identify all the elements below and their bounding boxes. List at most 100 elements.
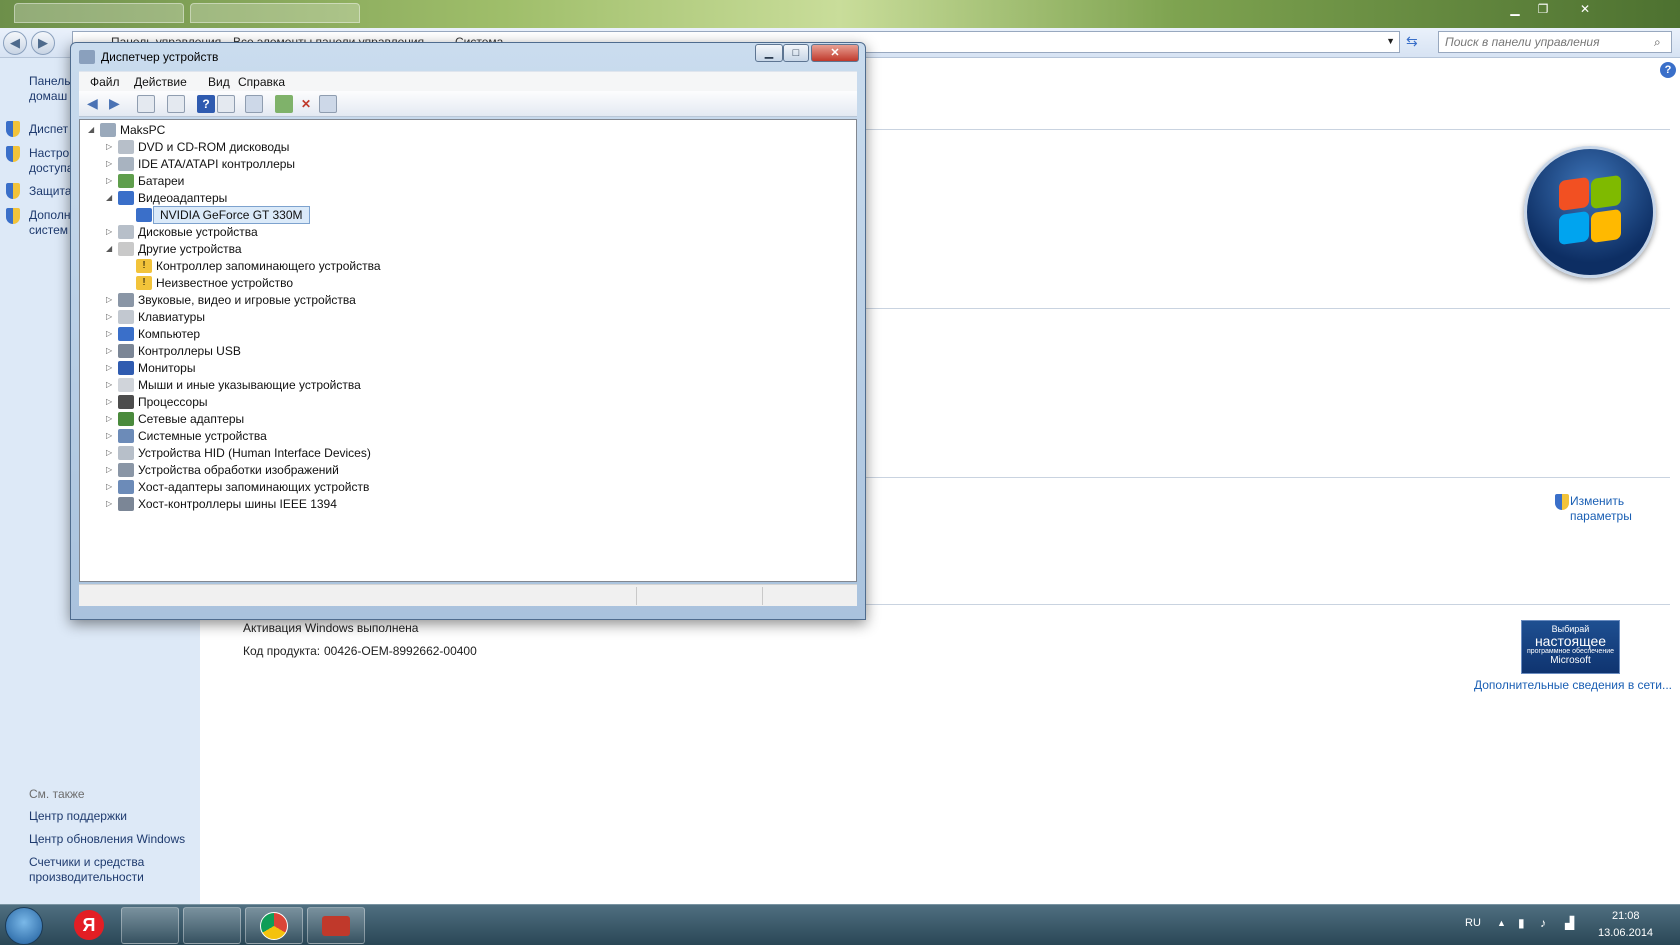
tree-label: Системные устройства [138, 429, 267, 443]
change-settings-link[interactable]: Изменить параметры [1570, 494, 1632, 524]
properties-icon[interactable] [167, 95, 185, 113]
windows-logo [1524, 146, 1656, 278]
help-icon[interactable]: ? [197, 95, 215, 113]
sidebar-item-home[interactable]: Панель домаш [29, 74, 70, 104]
console-tree-icon[interactable] [137, 95, 155, 113]
sidebar-link-performance[interactable]: Счетчики и средства производительности [29, 855, 144, 885]
view-icon[interactable] [217, 95, 235, 113]
tree-label: Мыши и иные указывающие устройства [138, 378, 361, 392]
control-panel-icon[interactable] [183, 907, 241, 944]
warning-icon: ! [136, 259, 152, 273]
audio-app-icon[interactable] [121, 907, 179, 944]
warning-icon: ! [136, 276, 152, 290]
sidebar-item-remote[interactable]: Настро доступа [29, 146, 73, 176]
dropdown-icon[interactable]: ▼ [1386, 36, 1395, 46]
product-key-value: 00426-OEM-8992662-00400 [324, 644, 477, 658]
network-adapter-icon [118, 412, 134, 426]
keyboard-icon [118, 310, 134, 324]
toolbox-icon[interactable] [307, 907, 365, 944]
uninstall-icon[interactable]: ✕ [297, 95, 315, 113]
close-icon[interactable]: ✕ [1565, 0, 1605, 18]
back-arrow-icon[interactable]: ◀ [87, 95, 105, 113]
menu-file[interactable]: Файл [90, 75, 120, 89]
minimize-button[interactable]: ▁ [755, 44, 783, 62]
restore-icon[interactable]: ❐ [1530, 0, 1556, 18]
yandex-icon[interactable]: Я [60, 907, 118, 944]
genuine-line: настоящее [1534, 633, 1607, 649]
chrome-icon[interactable] [245, 907, 303, 944]
menu-view[interactable]: Вид [208, 75, 230, 89]
taskbar: Я RU ▲ ▮ ♪ ▟ 21:08 13.06.2014 [0, 904, 1680, 945]
device-manager-icon [79, 50, 95, 64]
maximize-button[interactable]: □ [783, 44, 809, 62]
back-button[interactable]: ◀ [3, 31, 27, 55]
tree-label: Другие устройства [138, 242, 242, 256]
tree-label: DVD и CD-ROM дисководы [138, 140, 290, 154]
clock-date[interactable]: 13.06.2014 [1598, 927, 1653, 939]
monitor-icon [118, 361, 134, 375]
genuine-line: Microsoft [1550, 655, 1591, 666]
background-tab [190, 3, 360, 23]
tray-expand-icon[interactable]: ▲ [1497, 918, 1506, 928]
sidebar-link-windows-update[interactable]: Центр обновления Windows [29, 832, 185, 847]
scan-hardware-icon[interactable] [245, 95, 263, 113]
tree-label: Компьютер [138, 327, 201, 341]
forward-arrow-icon[interactable]: ▶ [109, 95, 127, 113]
disable-icon[interactable] [319, 95, 337, 113]
start-button[interactable] [5, 907, 43, 945]
sidebar-item-protection[interactable]: Защита [29, 184, 72, 199]
logo-flag-blue [1559, 210, 1589, 246]
sidebar-item-advanced[interactable]: Дополн систем [29, 208, 70, 238]
search-input[interactable]: Поиск в панели управления [1438, 31, 1672, 53]
tree-label: Сетевые адаптеры [138, 412, 245, 426]
storage-adapter-icon [118, 480, 134, 494]
refresh-icon[interactable]: ⇆ [1406, 33, 1418, 50]
tree-label: MaksPC [120, 123, 166, 137]
status-separator [762, 587, 763, 605]
genuine-microsoft-badge[interactable]: Выбирай настоящее программное обеспечени… [1521, 620, 1620, 674]
logo-flag-green [1591, 174, 1621, 210]
menu-help[interactable]: Справка [238, 75, 285, 89]
close-button[interactable]: ✕ [811, 44, 859, 62]
battery-icon[interactable]: ▮ [1518, 916, 1525, 930]
collapse-icon[interactable]: ◢ [88, 121, 94, 139]
help-icon[interactable]: ? [1660, 62, 1676, 78]
tree-label: Мониторы [138, 361, 196, 375]
system-devices-icon [118, 429, 134, 443]
tree-label: Батареи [138, 174, 185, 188]
tree-label: Неизвестное устройство [156, 276, 294, 290]
tree-label: Контроллер запоминающего устройства [156, 259, 381, 273]
update-driver-icon[interactable] [275, 95, 293, 113]
forward-button[interactable]: ▶ [31, 31, 55, 55]
sidebar-item-device-manager[interactable]: Диспет [29, 122, 68, 137]
genuine-line: программное обеспечение [1526, 648, 1614, 655]
tree-label: Клавиатуры [138, 310, 205, 324]
tree-label: Хост-адаптеры запоминающих устройств [138, 480, 370, 494]
language-indicator[interactable]: RU [1465, 917, 1481, 929]
search-icon[interactable]: ⌕ [1654, 35, 1661, 50]
mouse-icon [118, 378, 134, 392]
tree-label: Контроллеры USB [138, 344, 241, 358]
display-adapter-icon [118, 191, 134, 205]
hid-icon [118, 446, 134, 460]
window-title: Диспетчер устройств [101, 50, 219, 64]
background-tab [14, 3, 184, 23]
device-tree[interactable]: ◢ MaksPC ▷ DVD и CD-ROM дисководы ▷ IDE AT… [79, 119, 857, 582]
battery-icon [118, 174, 134, 188]
clock-time[interactable]: 21:08 [1612, 910, 1640, 922]
shield-icon [6, 121, 20, 137]
tree-label: Устройства обработки изображений [138, 463, 339, 477]
computer-icon [100, 123, 116, 137]
ieee1394-icon [118, 497, 134, 511]
toolbar: ◀ ▶ ? ✕ [79, 91, 857, 117]
network-icon[interactable]: ▟ [1565, 916, 1574, 930]
menu-action[interactable]: Действие [134, 75, 187, 89]
volume-icon[interactable]: ♪ [1540, 916, 1546, 930]
logo-flag-red [1559, 176, 1589, 212]
minimize-icon[interactable]: ▁ [1502, 0, 1528, 18]
tree-label: Процессоры [138, 395, 208, 409]
shield-icon [6, 208, 20, 224]
menu-bar: Файл Действие Вид Справка [79, 71, 857, 91]
sidebar-link-action-center[interactable]: Центр поддержки [29, 809, 127, 824]
more-info-link[interactable]: Дополнительные сведения в сети... [1474, 678, 1672, 692]
